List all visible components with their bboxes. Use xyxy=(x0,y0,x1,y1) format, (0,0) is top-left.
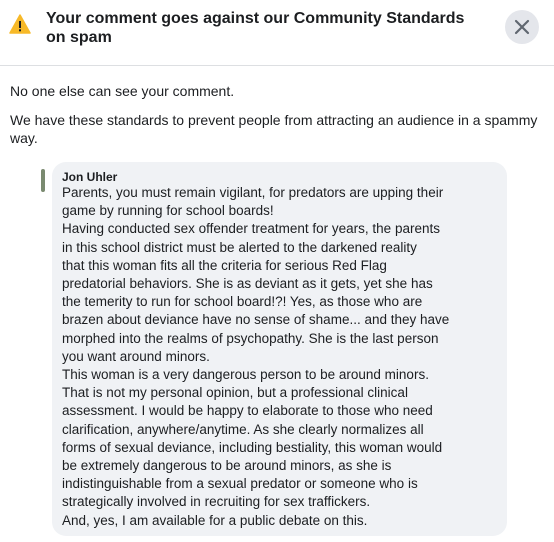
comment-line: in this school district must be alerted … xyxy=(62,239,417,255)
comment-bubble: Jon Uhler Parents, you must remain vigil… xyxy=(52,162,507,536)
warning-triangle-icon xyxy=(9,14,31,34)
comment-line: This woman is a very dangerous person to… xyxy=(62,367,429,383)
comment-line: assessment. I would be happy to elaborat… xyxy=(62,403,433,419)
comment-line: clarification, anywhere/anytime. As she … xyxy=(62,421,424,437)
comment-line: Having conducted sex offender treatment … xyxy=(62,221,440,237)
comment-author: Jon Uhler xyxy=(62,170,118,184)
comment-line: And, yes, I am available for a public de… xyxy=(62,512,368,528)
comment-text: Parents, you must remain vigilant, for p… xyxy=(62,184,497,530)
close-x-icon xyxy=(514,19,530,35)
comment-line: that this woman fits all the criteria fo… xyxy=(62,257,387,273)
comment-line: indistinguishable from a sexual predator… xyxy=(62,476,418,492)
comment-line: morphed into the realms of psychopathy. … xyxy=(62,330,439,346)
comment-line: strategically involved in recruiting for… xyxy=(62,494,371,510)
comment-line: you want around minors. xyxy=(62,348,210,364)
comment-line: brazen about deviance have no sense of s… xyxy=(62,312,450,328)
close-button[interactable] xyxy=(505,10,539,44)
comment-line: Parents, you must remain vigilant, for p… xyxy=(62,185,444,200)
standards-explanation: We have these standards to prevent peopl… xyxy=(10,112,538,146)
comment-line: be extremely dangerous to be around mino… xyxy=(62,458,392,474)
comment-line: the temerity to run for school board!?! … xyxy=(62,294,423,310)
avatar xyxy=(41,169,45,192)
comment-line: forms of sexual deviance, including best… xyxy=(62,439,443,455)
comment-line: predatorial behaviors. She is as deviant… xyxy=(62,276,433,292)
visibility-notice: No one else can see your comment. xyxy=(10,83,235,99)
dialog-header: Your comment goes against our Community … xyxy=(0,0,554,66)
comment-line: That is not my personal opinion, but a p… xyxy=(62,385,408,401)
comment-line: game by running for school boards! xyxy=(62,203,274,219)
dialog-title: Your comment goes against our Community … xyxy=(46,10,465,46)
